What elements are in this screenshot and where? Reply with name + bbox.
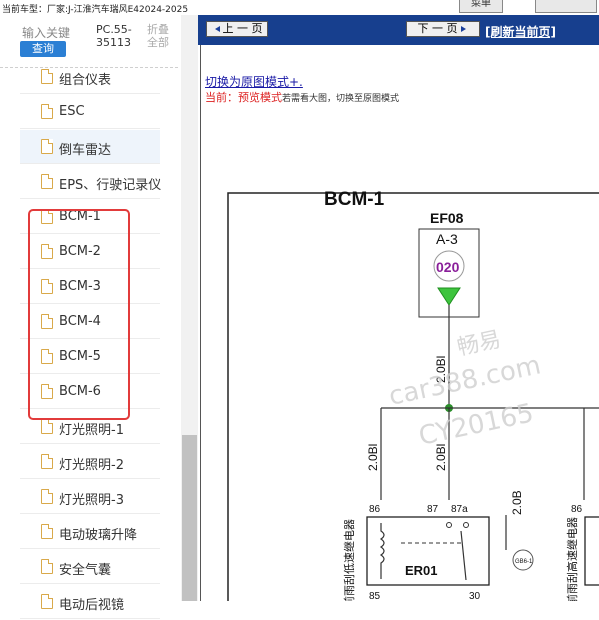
document-icon xyxy=(41,559,53,574)
document-icon xyxy=(41,69,53,84)
pc-code: PC.55-35113 xyxy=(96,23,132,49)
relay-name: ER01 xyxy=(405,563,438,578)
next-page-button[interactable]: 下 一 页 xyxy=(406,21,480,37)
wire-right-label: 2.0B xyxy=(510,490,524,515)
menu-tab-secondary[interactable] xyxy=(535,0,597,13)
refresh-link[interactable]: [刷新当前页] xyxy=(485,23,556,40)
pin-85: 85 xyxy=(369,591,381,601)
diagram-title: BCM-1 xyxy=(324,189,385,210)
pin-30: 30 xyxy=(469,591,481,601)
page-navbar: 上 一 页 下 一 页 [刷新当前页] xyxy=(198,15,599,45)
watermark-text-1: 畅易 xyxy=(455,327,503,361)
relay-coil-icon xyxy=(379,523,385,579)
watermark-text-3: CY20165 xyxy=(416,398,536,452)
relay-label-right: 前雨刮高速继电器 xyxy=(565,517,579,601)
list-item[interactable]: ESC xyxy=(20,95,160,129)
arrow-left-icon xyxy=(214,26,220,32)
document-icon xyxy=(41,454,53,469)
pin-87: 87 xyxy=(427,504,439,515)
connector-label: GB6-1 xyxy=(515,559,533,565)
document-icon xyxy=(41,489,53,504)
wiring-diagram: BCM-1 EF08 A-3 020 2.0Bl 2.0Bl 2.0Bl 2.0… xyxy=(227,189,599,601)
list-item[interactable]: EPS、行驶记录仪 xyxy=(20,165,161,199)
sidebar-scrollbar[interactable] xyxy=(181,15,198,601)
top-bar: 当前车型：厂家:J-江淮汽车瑞风E42024-2025 菜单 xyxy=(0,0,599,15)
fold-all-button[interactable]: 折叠全部 xyxy=(147,23,173,49)
document-icon xyxy=(41,594,53,609)
prev-page-button[interactable]: 上 一 页 xyxy=(206,21,268,37)
document-icon xyxy=(41,139,53,154)
relay-switch xyxy=(460,530,467,581)
menu-tab[interactable]: 菜单 xyxy=(459,0,503,13)
relay-box-right xyxy=(584,516,599,586)
car-model-label: 当前车型：厂家:J-江淮汽车瑞风E42024-2025 xyxy=(2,5,189,15)
list-item[interactable]: 安全气囊 xyxy=(20,550,160,584)
relay-contact-87a xyxy=(463,522,469,528)
fuse-name: EF08 xyxy=(430,210,464,226)
pin-87a: 87a xyxy=(451,504,468,515)
fuse-position: A-3 xyxy=(436,231,458,247)
pin-86-right: 86 xyxy=(571,504,583,515)
content-frame: 切换为原图模式+. 当前：预览模式若需看大图，切换至原图模式 BCM-1 EF0… xyxy=(200,45,599,601)
scrollbar-thumb[interactable] xyxy=(182,435,197,601)
pin-86: 86 xyxy=(369,504,381,515)
document-icon xyxy=(41,104,53,119)
query-button[interactable]: 查询 xyxy=(20,41,66,57)
fuse-terminal-icon xyxy=(437,287,461,306)
relay-contact-87 xyxy=(446,522,452,528)
search-input[interactable]: 输入关键 xyxy=(22,24,70,41)
document-icon xyxy=(41,524,53,539)
document-icon xyxy=(41,174,53,189)
list-item-selected[interactable]: 倒车雷达 xyxy=(20,130,160,164)
main-panel: 上 一 页 下 一 页 [刷新当前页] 切换为原图模式+. 当前：预览模式若需看… xyxy=(198,15,599,601)
highlight-box xyxy=(28,209,130,420)
list-item[interactable]: 灯光照明-3 xyxy=(20,480,160,514)
relay-label-left: 前雨刮低速继电器 xyxy=(342,519,356,601)
document-icon xyxy=(41,419,53,434)
list-item[interactable]: 电动玻璃升降 xyxy=(20,515,160,549)
arrow-right-icon xyxy=(460,26,466,32)
fuse-rating: 020 xyxy=(436,259,460,275)
list-item[interactable]: 灯光照明-2 xyxy=(20,445,160,479)
sidebar: 输入关键 查询 PC.55-35113 折叠全部 组合仪表 ESC 倒车雷达 E… xyxy=(0,15,198,619)
list-item[interactable]: 组合仪表 xyxy=(20,60,160,94)
wire-left-label: 2.0Bl xyxy=(366,444,380,471)
list-item[interactable]: 电动后视镜 xyxy=(20,585,160,619)
